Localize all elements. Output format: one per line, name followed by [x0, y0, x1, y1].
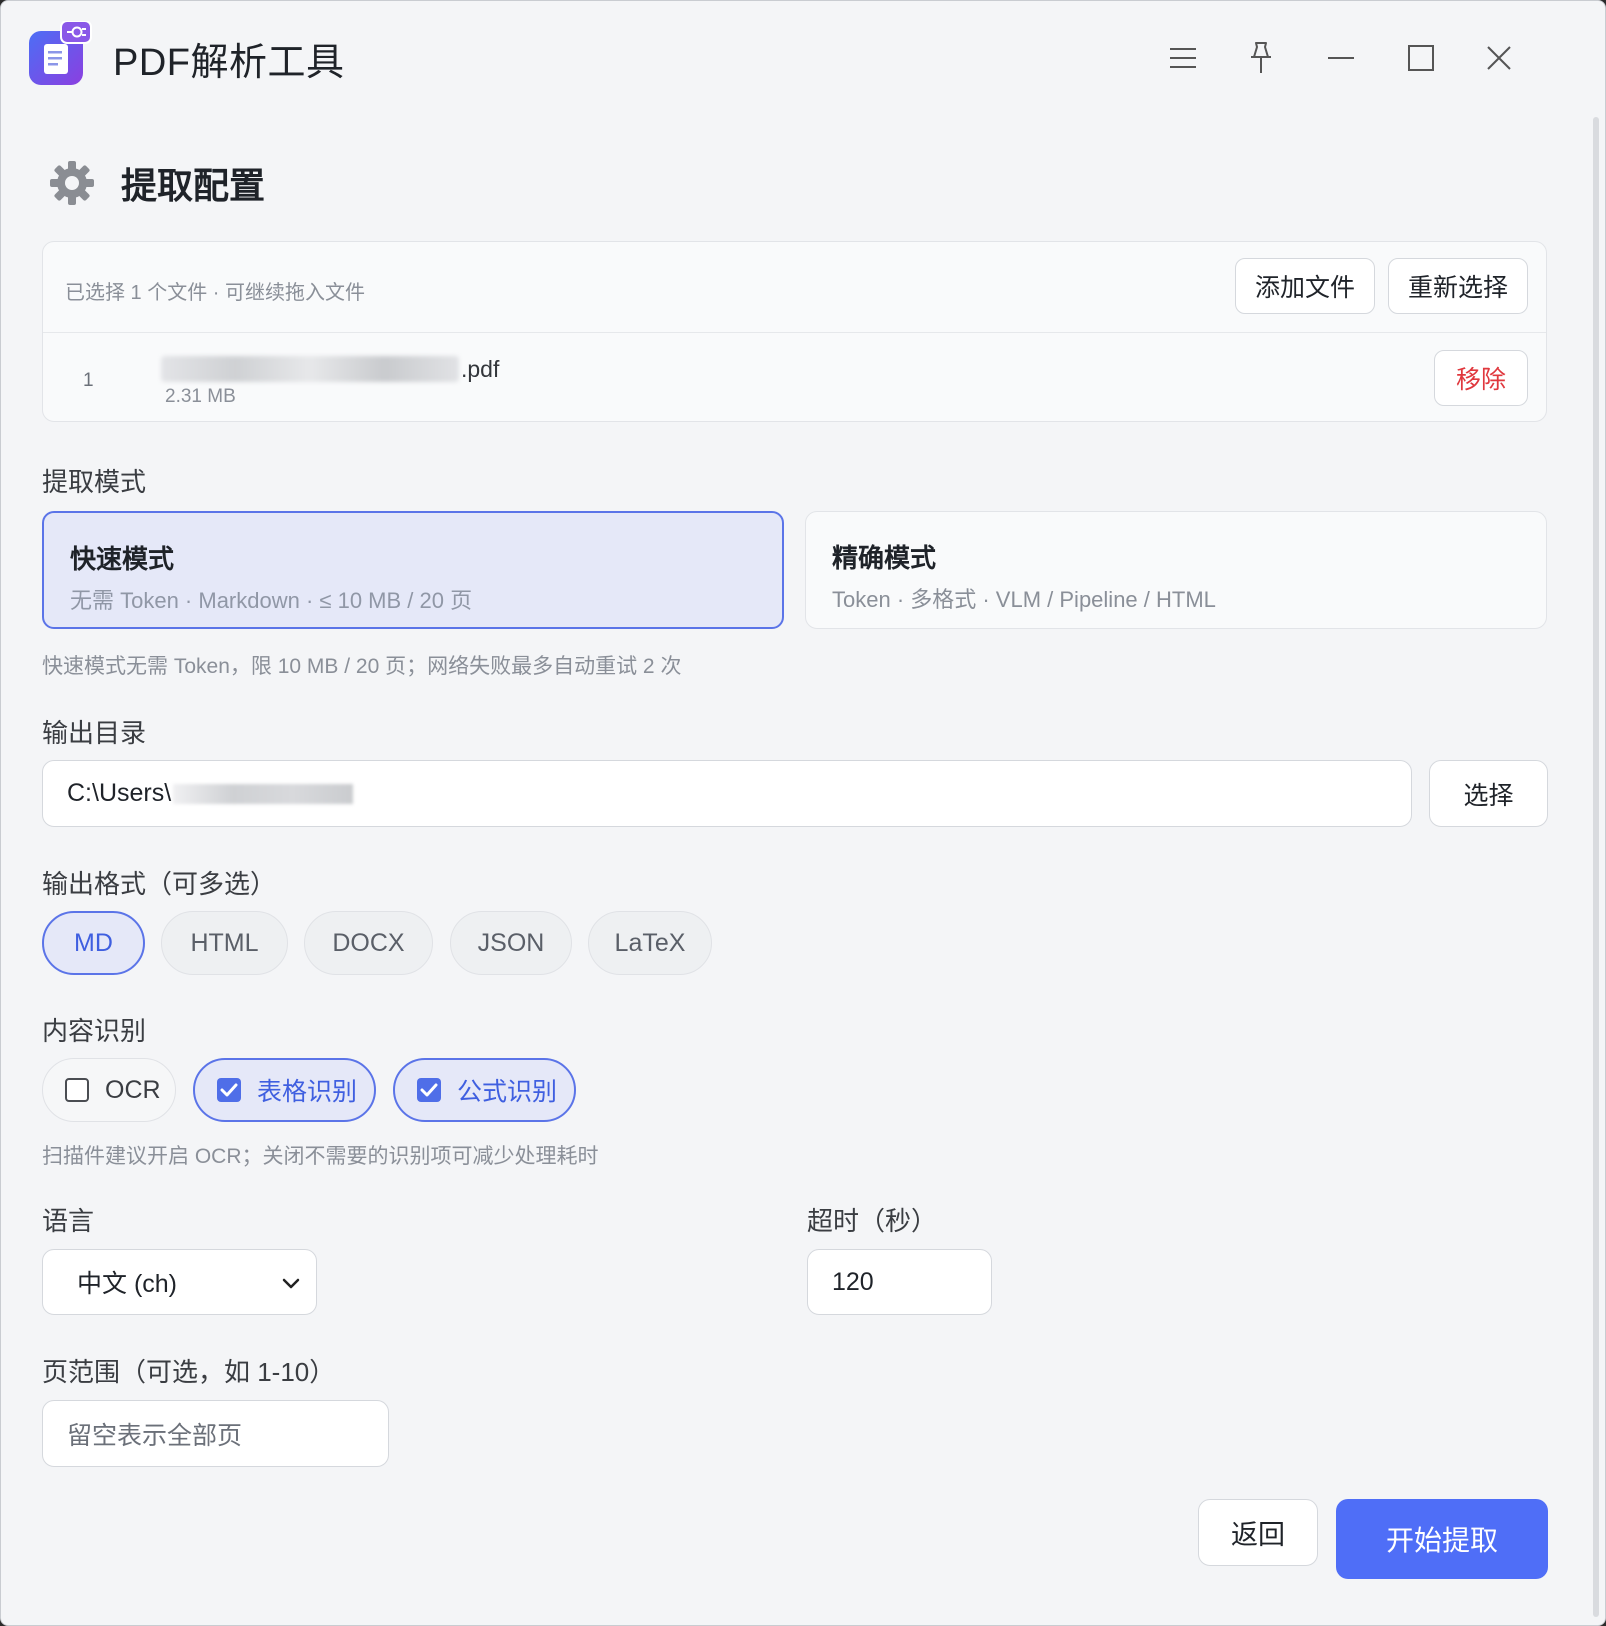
formula-recognition-toggle[interactable]: 公式识别	[393, 1058, 576, 1122]
format-option-json[interactable]: JSON	[450, 911, 572, 975]
minimize-button[interactable]	[1316, 33, 1366, 83]
mode-title: 精确模式	[832, 543, 937, 573]
title-bar: PDF解析工具	[1, 1, 1605, 117]
mode-description: 无需 Token · Markdown · ≤ 10 MB / 20 页	[70, 588, 473, 613]
checkbox-checked-icon[interactable]	[217, 1078, 241, 1102]
app-logo-icon	[29, 20, 93, 87]
mode-title: 快速模式	[70, 544, 175, 574]
start-extract-button[interactable]: 开始提取	[1336, 1499, 1548, 1579]
close-button[interactable]	[1474, 33, 1524, 83]
table-recognition-label: 表格识别	[257, 1078, 358, 1106]
menu-button[interactable]	[1158, 33, 1208, 83]
ocr-label: OCR	[105, 1075, 161, 1104]
format-option-md[interactable]: MD	[42, 911, 145, 975]
page-range-label: 页范围（可选，如 1-10）	[42, 1357, 336, 1387]
language-value: 中文 (ch)	[77, 1270, 178, 1298]
file-list-header: 已选择 1 个文件 · 可继续拖入文件 添加文件 重新选择	[43, 242, 1546, 333]
file-list-card: 已选择 1 个文件 · 可继续拖入文件 添加文件 重新选择 1 .pdf 2.3…	[42, 241, 1547, 422]
mode-card-fast[interactable]: 快速模式 无需 Token · Markdown · ≤ 10 MB / 20 …	[42, 511, 784, 629]
section-title: 提取配置	[121, 165, 266, 206]
checkbox-checked-icon[interactable]	[417, 1078, 441, 1102]
formula-recognition-label: 公式识别	[457, 1078, 558, 1106]
format-option-docx[interactable]: DOCX	[304, 911, 433, 975]
choose-dir-button[interactable]: 选择	[1429, 760, 1548, 827]
output-dir-label: 输出目录	[42, 718, 147, 748]
gear-icon	[50, 161, 94, 205]
vertical-scrollbar[interactable]	[1593, 117, 1599, 1617]
timeout-label: 超时（秒）	[807, 1206, 938, 1236]
formats-label: 输出格式（可多选）	[42, 869, 277, 899]
checkbox-unchecked-icon[interactable]	[65, 1078, 89, 1102]
mode-label: 提取模式	[42, 467, 147, 497]
timeout-value: 120	[832, 1267, 874, 1296]
redacted-path	[173, 783, 354, 804]
file-size: 2.31 MB	[165, 386, 236, 407]
file-extension: .pdf	[461, 355, 500, 382]
mode-description: Token · 多格式 · VLM / Pipeline / HTML	[832, 587, 1216, 612]
maximize-button[interactable]	[1396, 33, 1446, 83]
format-option-html[interactable]: HTML	[161, 911, 288, 975]
output-dir-value: C:\Users\	[67, 779, 172, 807]
language-label: 语言	[42, 1206, 95, 1236]
ocr-toggle[interactable]: OCR	[42, 1058, 176, 1122]
file-index: 1	[83, 370, 94, 391]
minimize-icon	[1328, 57, 1354, 59]
reselect-button[interactable]: 重新选择	[1388, 258, 1528, 314]
maximize-icon	[1408, 45, 1434, 71]
remove-file-button[interactable]: 移除	[1434, 350, 1528, 406]
mode-card-precise[interactable]: 精确模式 Token · 多格式 · VLM / Pipeline / HTML	[805, 511, 1547, 629]
redacted-filename	[161, 356, 459, 382]
page-range-placeholder: 留空表示全部页	[67, 1421, 243, 1450]
file-selection-hint: 已选择 1 个文件 · 可继续拖入文件	[65, 282, 366, 304]
pin-button[interactable]	[1236, 33, 1286, 83]
chevron-down-icon	[282, 1278, 300, 1289]
recognition-hint: 扫描件建议开启 OCR；关闭不需要的识别项可减少处理耗时	[42, 1145, 599, 1168]
back-button[interactable]: 返回	[1198, 1499, 1318, 1566]
mode-hint: 快速模式无需 Token，限 10 MB / 20 页；网络失败最多自动重试 2…	[42, 655, 682, 678]
app-window: PDF解析工具 提取配置 已选择 1 个文件 · 可继续拖入文件 添加文件 重新…	[0, 0, 1606, 1626]
section-header: 提取配置	[49, 157, 265, 209]
output-dir-input[interactable]: C:\Users\	[42, 760, 1412, 827]
table-recognition-toggle[interactable]: 表格识别	[193, 1058, 376, 1122]
pin-icon	[1251, 42, 1271, 73]
file-name: .pdf	[161, 352, 499, 386]
page-range-input[interactable]: 留空表示全部页	[42, 1400, 389, 1467]
timeout-input[interactable]: 120	[807, 1249, 992, 1315]
close-icon	[1487, 46, 1511, 70]
recognition-label: 内容识别	[42, 1016, 147, 1046]
menu-icon	[1170, 48, 1196, 68]
app-title: PDF解析工具	[113, 42, 345, 84]
language-select[interactable]: 中文 (ch)	[42, 1249, 317, 1315]
add-file-button[interactable]: 添加文件	[1235, 258, 1375, 314]
format-option-latex[interactable]: LaTeX	[588, 911, 712, 975]
